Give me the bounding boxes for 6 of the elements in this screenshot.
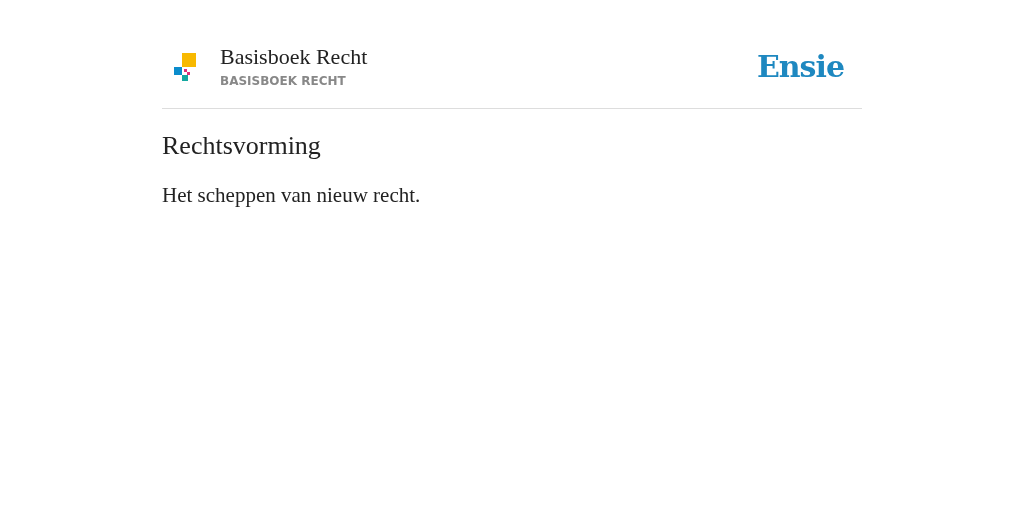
- brand-logo[interactable]: Ensie: [756, 48, 844, 84]
- term-heading: Rechtsvorming: [162, 131, 322, 161]
- definition-text: Het scheppen van nieuw recht.: [162, 183, 422, 208]
- logo-icon: [172, 51, 196, 81]
- book-subtitle: BASISBOEK RECHT: [220, 74, 347, 88]
- book-title: Basisboek Recht: [220, 44, 369, 70]
